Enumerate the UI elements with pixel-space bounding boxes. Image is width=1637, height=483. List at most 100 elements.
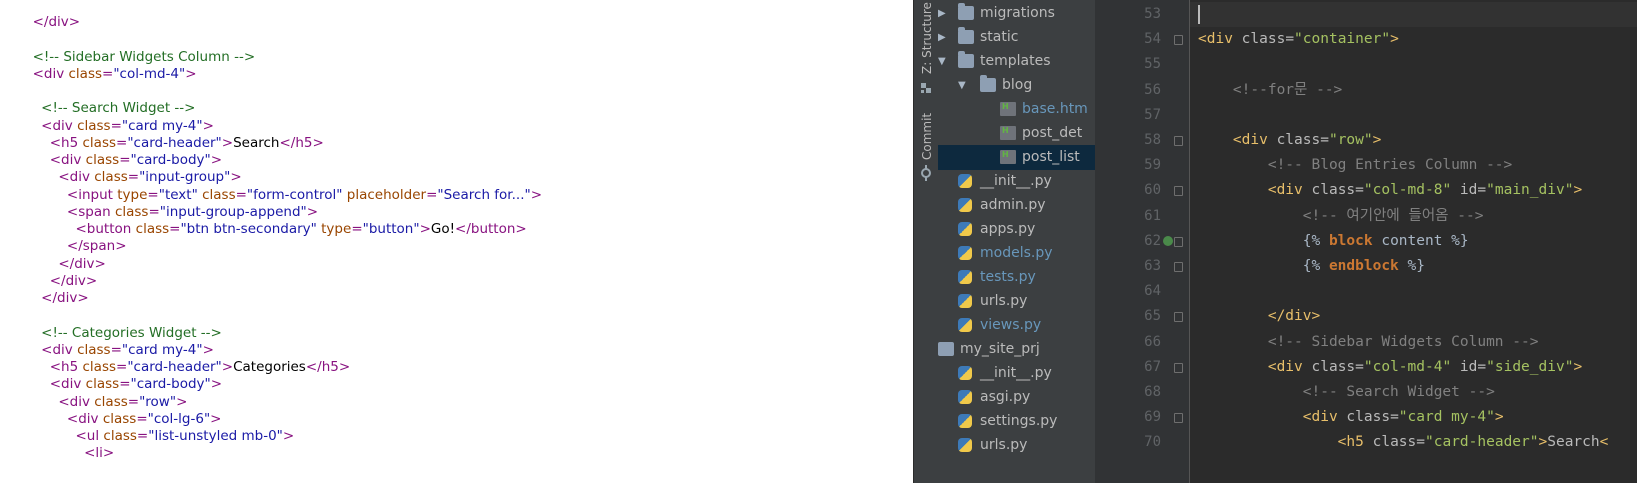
code-line[interactable]: <div class="col-md-8" id="main_div"> — [1198, 178, 1582, 203]
code-token: "input-group-append" — [159, 203, 307, 220]
tree-item-py[interactable]: __init__.py — [938, 169, 1095, 194]
code-token: <h5 — [24, 134, 83, 151]
code-token: class — [114, 203, 149, 220]
tree-item-py[interactable]: asgi.py — [938, 385, 1095, 410]
code-token: "card-header" — [127, 359, 222, 375]
code-token: "card my-4" — [1398, 409, 1495, 426]
tree-item-label: tests.py — [980, 269, 1036, 285]
code-token: = — [110, 117, 122, 134]
line-number: 67 — [1144, 358, 1161, 375]
structure-tab[interactable]: Z: Structure — [914, 2, 938, 88]
code-token: = — [1355, 358, 1364, 375]
code-token: "col-md-8" — [1363, 182, 1460, 199]
chevron-right-icon[interactable]: ▶ — [938, 1, 950, 26]
code-line[interactable]: <div class="container"> — [1198, 27, 1399, 52]
tree-item-label: __init__.py — [980, 173, 1052, 189]
python-file-icon — [958, 174, 972, 188]
commit-tab[interactable]: Commit — [914, 112, 938, 172]
code-token: = — [127, 169, 140, 186]
tree-item-py[interactable]: apps.py — [938, 217, 1095, 242]
source-line: <span class="input-group-append"> — [24, 203, 318, 221]
chevron-down-icon[interactable]: ▼ — [958, 73, 970, 98]
tree-item-folder[interactable]: ▶ migrations — [938, 1, 1095, 26]
code-line[interactable]: <div class="col-md-4" id="side_div"> — [1198, 355, 1582, 380]
code-token: "col-md-4" — [1363, 358, 1460, 375]
tree-item-py[interactable]: settings.py — [938, 409, 1095, 434]
tree-item-py[interactable]: tests.py — [938, 265, 1095, 290]
fold-marker-icon[interactable] — [1174, 312, 1183, 323]
code-token: class — [82, 134, 117, 151]
tree-item-html[interactable]: base.htm — [938, 94, 1095, 122]
code-line[interactable]: {% endblock %} — [1198, 254, 1425, 279]
code-token: <div — [24, 169, 95, 186]
source-line: <!-- Sidebar Widgets Column --> — [24, 48, 256, 66]
fold-marker-icon[interactable] — [1174, 136, 1183, 146]
fold-marker-icon[interactable] — [1174, 413, 1183, 424]
code-token: <div — [24, 376, 86, 393]
tree-item-html[interactable]: post_list — [938, 142, 1095, 170]
code-token: > — [210, 152, 223, 168]
tree-item-py[interactable]: models.py — [938, 241, 1095, 266]
line-number: 56 — [1144, 81, 1161, 98]
code-token: </div> — [24, 255, 106, 272]
chevron-down-icon[interactable]: ▼ — [938, 49, 950, 74]
text-caret — [1198, 5, 1200, 24]
source-line: <div class="card-body"> — [24, 375, 222, 393]
implementation-gutter-icon[interactable] — [1163, 235, 1173, 246]
line-number: 62 — [1144, 232, 1161, 249]
project-tree: ▶ migrations ▶ static ▼ templates ▼blog base.ht… — [938, 0, 1095, 483]
code-token: "card-header" — [127, 134, 222, 151]
fold-marker-icon[interactable] — [1174, 186, 1183, 197]
tree-item-py[interactable]: views.py — [938, 313, 1095, 338]
python-file-icon — [958, 222, 972, 236]
tree-item-project[interactable]: my_site_prj — [938, 337, 1095, 362]
tree-item-html[interactable]: post_det — [938, 118, 1095, 146]
python-file-icon — [958, 318, 972, 332]
folder-icon — [958, 3, 974, 20]
code-line[interactable]: <div class="row"> — [1198, 128, 1381, 153]
line-number: 55 — [1144, 56, 1161, 73]
code-line[interactable]: <!-- Sidebar Widgets Column --> — [1198, 330, 1539, 355]
code-line[interactable]: <!-- Search Widget --> — [1198, 380, 1495, 405]
code-token: </div> — [24, 272, 98, 289]
code-token: "col-lg-6" — [147, 410, 211, 427]
code-line[interactable]: <!-- Blog Entries Column --> — [1198, 153, 1512, 178]
code-token: class — [135, 221, 170, 237]
tree-item-label: my_site_prj — [960, 341, 1040, 357]
code-line[interactable]: <h5 class="card-header">Search< — [1198, 430, 1609, 455]
tree-editor-divider[interactable] — [1095, 0, 1105, 483]
code-editor[interactable]: <div class="container"> <!--for문 --> <di… — [1190, 0, 1637, 483]
code-token: > — [1573, 182, 1583, 199]
project-folder-icon — [938, 342, 954, 356]
code-token: <h5 — [1198, 434, 1373, 451]
code-token: "card my-4" — [121, 341, 203, 358]
code-token: <div — [24, 410, 103, 427]
tree-item-py[interactable]: urls.py — [938, 289, 1095, 314]
tree-item-folder[interactable]: ▼ templates — [938, 49, 1095, 74]
tree-item-py[interactable]: __init__.py — [938, 361, 1095, 386]
code-line[interactable]: </div> — [1198, 304, 1320, 329]
tree-item-py[interactable]: urls.py — [938, 433, 1095, 458]
code-token: > — [1573, 358, 1583, 375]
code-token: = — [148, 203, 160, 220]
code-line[interactable]: <!-- 여기안에 들어옴 --> — [1198, 204, 1484, 229]
code-token: <!--for문 --> — [1198, 81, 1343, 98]
code-line[interactable]: <div class="card my-4"> — [1198, 405, 1504, 430]
tree-item-label: migrations — [980, 5, 1055, 21]
code-token: = — [1477, 358, 1487, 375]
code-token: endblock — [1328, 258, 1408, 274]
code-token: <!-- 여기안에 들어옴 --> — [1198, 207, 1484, 224]
fold-marker-icon[interactable] — [1174, 35, 1183, 46]
fold-marker-icon[interactable] — [1174, 362, 1183, 373]
python-file-icon — [958, 366, 972, 380]
line-number-gutter: 53 54 55 56 57 58 59 60 61 62 63 64 65 66 67 68 69 70 — [1105, 0, 1190, 483]
fold-marker-icon[interactable] — [1174, 262, 1183, 272]
tree-item-folder[interactable]: ▼ blog — [938, 73, 1095, 98]
code-line[interactable]: {% block content %} — [1198, 229, 1469, 254]
tree-item-folder[interactable]: ▶ static — [938, 25, 1095, 50]
tree-item-py[interactable]: admin.py — [938, 193, 1095, 218]
fold-marker-icon[interactable] — [1174, 236, 1183, 247]
code-line[interactable]: <!--for문 --> — [1198, 78, 1342, 103]
chevron-right-icon[interactable]: ▶ — [938, 25, 950, 50]
code-token: = — [235, 186, 247, 203]
